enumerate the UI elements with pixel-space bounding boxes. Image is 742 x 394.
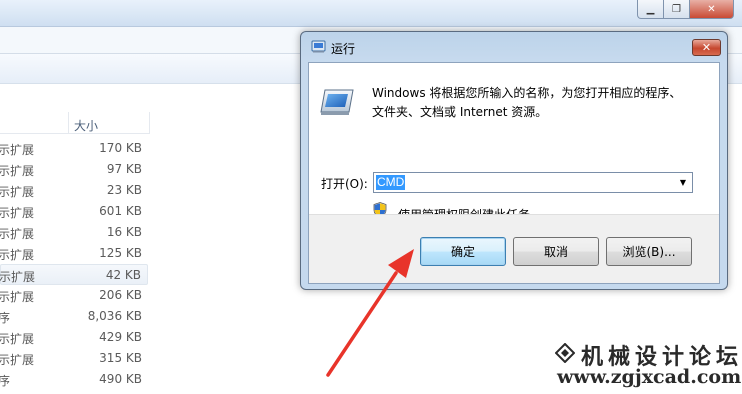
close-window-button[interactable]: ✕ [690,0,734,19]
restore-icon: ❐ [672,3,681,15]
file-size: 601 KB [99,204,142,218]
minimize-icon: ▁ [646,3,655,15]
column-header-row: 大小 [0,112,150,134]
annotation-arrow-icon [326,249,414,377]
file-row[interactable]: 示扩展 601 KB [0,201,148,222]
file-size: 125 KB [99,246,142,260]
open-input[interactable]: CMD [376,175,406,190]
file-type: 示扩展 [0,290,35,304]
description-line: Windows 将根据您所输入的名称，为您打开相应的程序、 [372,86,682,100]
file-size: 206 KB [99,288,142,302]
file-type: 序 [0,311,11,325]
file-size: 8,036 KB [87,309,142,323]
file-row[interactable]: 示扩展 16 KB [0,222,148,243]
maximize-button[interactable]: ❐ [664,0,690,19]
column-divider[interactable] [68,112,69,134]
close-icon: ✕ [701,41,712,54]
file-type: 序 [0,374,11,388]
file-type: 示扩展 [0,332,35,346]
run-program-icon [320,89,354,115]
browse-button[interactable]: 浏览(B)... [606,237,692,266]
file-size: 429 KB [99,330,142,344]
file-size: 315 KB [99,351,142,365]
minimize-button[interactable]: ▁ [637,0,664,19]
file-type: 示扩展 [0,248,35,262]
file-type: 示扩展 [0,185,35,199]
file-row[interactable]: 示扩展 97 KB [0,159,148,180]
run-icon [311,40,326,53]
description-line: 文件夹、文档或 Internet 资源。 [372,105,548,119]
file-size: 16 KB [106,225,142,239]
file-row[interactable]: 序 8,036 KB [0,306,148,327]
file-row[interactable]: 序 490 KB [0,369,148,390]
file-size: 97 KB [106,162,142,176]
close-icon: ✕ [707,3,716,15]
file-type: 示扩展 [0,353,35,367]
watermark-url: www.zgjxcad.com [557,366,742,388]
open-label: 打开(O): [321,177,368,191]
file-row[interactable]: 示扩展 125 KB [0,243,148,264]
run-description: Windows 将根据您所输入的名称，为您打开相应的程序、 文件夹、文档或 In… [372,84,712,122]
forum-logo-icon [555,343,575,363]
file-type: 示扩展 [0,270,36,284]
column-divider[interactable] [149,112,150,134]
file-type: 示扩展 [0,227,35,241]
window-controls: ▁ ❐ ✕ [637,0,734,20]
file-row[interactable]: 示扩展 429 KB [0,327,148,348]
dialog-close-button[interactable]: ✕ [692,39,721,56]
file-size: 170 KB [99,141,142,155]
file-size: 23 KB [106,183,142,197]
file-size: 42 KB [105,268,141,282]
file-type: 示扩展 [0,164,35,178]
ok-button[interactable]: 确定 [420,237,506,266]
watermark: 机械设计论坛 www.zgjxcad.com [549,336,742,394]
explorer-titlebar: ▁ ❐ ✕ [0,0,742,27]
file-type: 示扩展 [0,143,35,157]
cancel-button[interactable]: 取消 [513,237,599,266]
column-header-size[interactable]: 大小 [74,117,98,134]
file-row[interactable]: 示扩展 315 KB [0,348,148,369]
file-row[interactable]: 示扩展 206 KB [0,285,148,306]
dialog-title: 运行 [331,42,356,56]
dropdown-arrow-icon[interactable]: ▼ [677,176,689,189]
file-type: 示扩展 [0,206,35,220]
open-combobox[interactable]: CMD ▼ [373,172,693,193]
file-size: 490 KB [99,372,142,386]
dialog-content: Windows 将根据您所输入的名称，为您打开相应的程序、 文件夹、文档或 In… [309,63,719,222]
file-row[interactable]: 示扩展 42 KB [0,264,148,285]
file-row[interactable]: 示扩展 23 KB [0,180,148,201]
file-row[interactable]: 示扩展 170 KB [0,138,148,159]
